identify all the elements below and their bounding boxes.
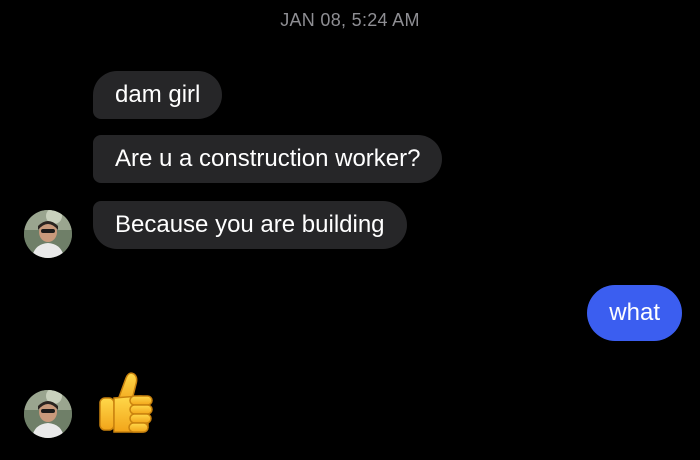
- sender-avatar[interactable]: [24, 210, 72, 258]
- sender-avatar[interactable]: [24, 390, 72, 438]
- profile-photo-icon: [24, 210, 72, 258]
- thumbs-up-emoji-icon: [99, 372, 153, 433]
- incoming-message-bubble[interactable]: Are u a construction worker?: [93, 135, 443, 183]
- thumbs-up-icon[interactable]: [96, 368, 160, 436]
- profile-photo-icon: [24, 390, 72, 438]
- incoming-message-bubble[interactable]: dam girl: [93, 71, 223, 119]
- incoming-message-bubble[interactable]: Because you are building: [93, 201, 407, 249]
- message-timestamp: JAN 08, 5:24 AM: [280, 10, 420, 30]
- outgoing-message-bubble[interactable]: what: [587, 285, 682, 341]
